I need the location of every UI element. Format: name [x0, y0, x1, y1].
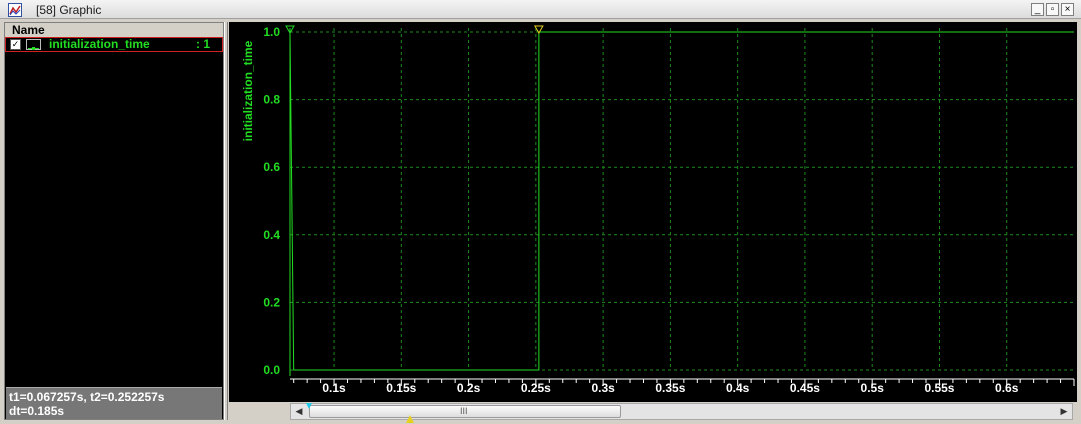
scroll-thumb[interactable]: III — [309, 405, 621, 418]
signal-name: initialization_time — [49, 37, 150, 51]
y-tick-label: 0.2 — [263, 295, 280, 309]
line-style-icon — [26, 39, 41, 50]
app-graphic-icon — [8, 3, 22, 17]
window-title: [58] Graphic — [36, 3, 102, 17]
title-bar: [58] Graphic _ ▫ × — [0, 0, 1081, 19]
signal-row[interactable]: ✓ initialization_time : 1 — [5, 37, 223, 52]
panel-splitter[interactable] — [224, 22, 228, 420]
signal-list-panel: Name ✓ initialization_time : 1 t1=0.0672… — [4, 22, 224, 420]
y-tick-label: 0.6 — [263, 160, 280, 174]
graphic-plot-area[interactable]: 0.0 0.2 0.4 0.6 0.8 1.0 0.1s 0.15s 0.2s 0.25s 0.3s… — [229, 22, 1077, 402]
scroll-left-arrow-icon[interactable]: ◀ — [291, 404, 307, 419]
restore-button[interactable]: ▫ — [1046, 3, 1059, 16]
scroll-grip-icon: III — [460, 406, 468, 416]
signal-visibility-checkbox[interactable]: ✓ — [10, 39, 21, 50]
chart-svg[interactable]: 0.00.20.40.60.81.00.1s 0.15s 0.2s 0.25s 0.3s… — [229, 22, 1077, 402]
scroll-right-arrow-icon[interactable]: ▶ — [1056, 404, 1072, 419]
y-tick-label: 0.4 — [263, 228, 280, 242]
y-axis-label: initialization_time — [241, 40, 255, 141]
y-tick-label: 0.8 — [263, 93, 280, 107]
cursor-delta-text: dt=0.185s — [9, 404, 65, 418]
minimize-button[interactable]: _ — [1031, 3, 1044, 16]
y-tick-label: 0.0 — [263, 363, 280, 377]
cursor-times-text: t1=0.067257s, t2=0.252257s — [9, 390, 165, 404]
y-tick-label: 1.0 — [263, 25, 280, 39]
cursor2-scroll-marker-icon[interactable] — [406, 415, 414, 423]
name-column-header[interactable]: Name — [5, 23, 223, 37]
series-line — [289, 31, 1074, 371]
signal-value: : 1 — [195, 37, 210, 51]
close-button[interactable]: × — [1061, 3, 1074, 16]
cursor1-scroll-marker-icon[interactable] — [306, 403, 312, 409]
cursor-status-box: t1=0.067257s, t2=0.252257s dt=0.185s — [6, 387, 222, 419]
